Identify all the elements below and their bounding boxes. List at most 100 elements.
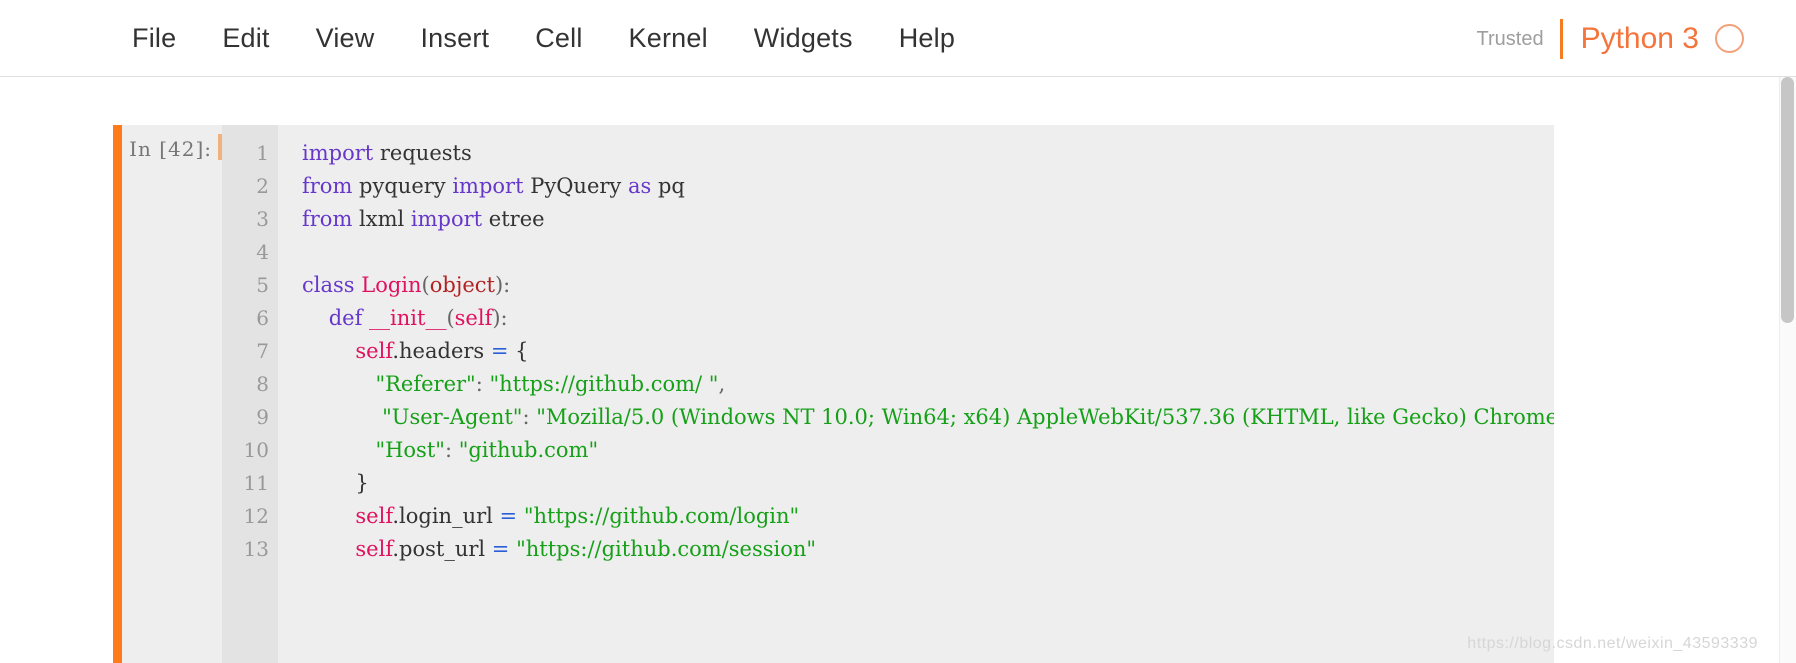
code-token-cls: Login — [361, 273, 422, 297]
line-number: 3 — [256, 207, 269, 231]
vertical-scrollbar-thumb[interactable] — [1781, 77, 1794, 323]
code-token-self: self — [454, 306, 493, 330]
code-token-txt: requests — [373, 141, 472, 165]
code-token-txt: .headers — [392, 339, 491, 363]
menu-bar: File Edit View Insert Cell Kernel Widget… — [0, 0, 1796, 77]
kernel-name-label: Python 3 — [1580, 21, 1699, 55]
kernel-idle-circle-icon[interactable] — [1715, 24, 1744, 53]
code-token-kw: import — [302, 141, 374, 165]
code-token-self: self — [355, 537, 393, 561]
menu-item-insert[interactable]: Insert — [420, 24, 489, 52]
code-token-kw: from — [302, 174, 353, 198]
code-token-str: "Host" — [375, 438, 445, 462]
code-line: "User-Agent": "Mozilla/5.0 (Windows NT 1… — [302, 401, 1554, 434]
code-line: "Referer": "https://github.com/ ", — [302, 368, 1554, 401]
menu-item-edit[interactable]: Edit — [222, 24, 269, 52]
code-token-txt: PyQuery — [523, 174, 628, 198]
code-token-pun: ): — [492, 306, 508, 330]
line-number: 2 — [256, 174, 269, 198]
line-number: 9 — [256, 405, 269, 429]
code-line: } — [302, 467, 1554, 500]
code-token-pun: : — [475, 372, 483, 396]
menu-item-file[interactable]: File — [132, 24, 176, 52]
cell-execution-prompt: In [42]: — [122, 125, 218, 663]
code-token-txt: etree — [482, 207, 545, 231]
line-number: 10 — [243, 438, 269, 462]
notebook-body: In [42]: 1 2 3 4 5 6 7 8 9 10 11 12 13 import reques… — [0, 77, 1796, 663]
menu-item-view[interactable]: View — [316, 24, 375, 52]
code-line: from pyquery import PyQuery as pq — [302, 170, 1554, 203]
code-token-str: "Mozilla/5.0 (Windows NT 10.0; Win64; x6… — [536, 405, 1554, 429]
code-token-pun: ): — [494, 273, 511, 297]
code-line: self.headers = { — [302, 335, 1554, 368]
code-line: self.post_url = "https://github.com/sess… — [302, 533, 1554, 566]
line-number: 13 — [243, 537, 269, 561]
code-token-op: = — [499, 504, 518, 528]
code-token-txt: pq — [651, 174, 685, 198]
code-token-self: self — [355, 504, 393, 528]
code-token-txt: .post_url — [392, 537, 492, 561]
code-token-str: "User-Agent" — [382, 405, 523, 429]
code-token-kw: def — [328, 306, 363, 330]
code-token-str: "github.com" — [458, 438, 599, 462]
code-token-txt: pyquery — [352, 174, 453, 198]
line-number: 7 — [256, 339, 269, 363]
code-token-self: self — [355, 339, 393, 363]
line-number: 11 — [243, 471, 269, 495]
code-token-txt: { — [508, 339, 529, 363]
line-number: 4 — [256, 240, 269, 264]
code-token-pun: : — [444, 438, 453, 462]
cell-input-area[interactable]: 1 2 3 4 5 6 7 8 9 10 11 12 13 import requests from py… — [222, 125, 1554, 663]
code-token-kw: import — [452, 174, 524, 198]
code-token-pun: , — [718, 372, 726, 396]
code-token-pun: ( — [421, 273, 430, 297]
line-number: 12 — [243, 504, 269, 528]
cell-selected-indicator — [113, 125, 122, 663]
code-line: self.login_url = "https://github.com/log… — [302, 500, 1554, 533]
code-line: class Login(object): — [302, 269, 1554, 302]
code-token-str: "https://github.com/ " — [489, 372, 719, 396]
code-token-kw: from — [302, 207, 353, 231]
code-editor[interactable]: import requests from pyquery import PyQue… — [278, 125, 1554, 663]
code-token-txt: } — [302, 471, 369, 495]
code-token-kw: class — [302, 273, 355, 297]
code-line: from lxml import etree — [302, 203, 1554, 236]
code-line: "Host": "github.com" — [302, 434, 1554, 467]
menu-item-help[interactable]: Help — [899, 24, 955, 52]
code-token-bi: object — [429, 273, 495, 297]
code-token-kw: import — [410, 207, 483, 231]
menu-item-widgets[interactable]: Widgets — [754, 24, 853, 52]
menu-item-kernel[interactable]: Kernel — [629, 24, 708, 52]
menu-item-cell[interactable]: Cell — [535, 24, 582, 52]
code-line: def __init__(self): — [302, 302, 1554, 335]
line-number: 8 — [256, 372, 269, 396]
trusted-badge[interactable]: Trusted — [1477, 29, 1544, 49]
kernel-divider — [1559, 18, 1563, 59]
code-token-str: "Referer" — [375, 372, 476, 396]
kernel-status-area: Trusted Python 3 — [1477, 0, 1744, 77]
code-token-kw: as — [627, 174, 652, 198]
line-number-gutter: 1 2 3 4 5 6 7 8 9 10 11 12 13 — [222, 125, 278, 663]
code-token-op: = — [490, 339, 509, 363]
code-line: import requests — [302, 137, 1554, 170]
code-token-op: = — [491, 537, 510, 561]
line-number: 6 — [256, 306, 269, 330]
code-token-pun: ( — [446, 306, 455, 330]
vertical-scrollbar[interactable] — [1779, 77, 1796, 663]
code-token-txt: lxml — [352, 207, 411, 231]
code-token-str: "https://github.com/session" — [516, 537, 817, 561]
code-token-str: "https://github.com/login" — [523, 504, 800, 528]
line-number: 1 — [256, 141, 269, 165]
code-cell[interactable]: In [42]: 1 2 3 4 5 6 7 8 9 10 11 12 13 import reques… — [113, 125, 1554, 663]
line-number: 5 — [256, 273, 269, 297]
code-token-cls: __init__ — [369, 306, 447, 330]
